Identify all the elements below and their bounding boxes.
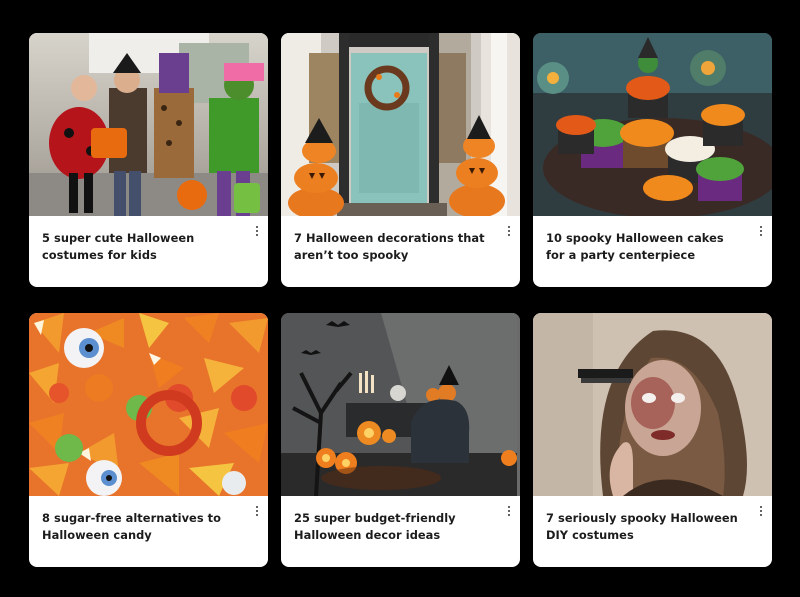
article-card-body: 25 super budget-friendly Halloween decor… [281, 496, 520, 567]
article-card-body: 7 seriously spooky Halloween DIY costume… [533, 496, 772, 567]
article-card-body: 8 sugar-free alternatives to Halloween c… [29, 496, 268, 567]
article-card[interactable]: 5 super cute Halloween costumes for kids [29, 33, 268, 287]
article-card[interactable]: 10 spooky Halloween cakes for a party ce… [533, 33, 772, 287]
more-vertical-icon[interactable] [756, 224, 766, 238]
article-card-body: 5 super cute Halloween costumes for kids [29, 216, 268, 287]
kids-costumes-image [29, 33, 268, 216]
article-card[interactable]: 7 seriously spooky Halloween DIY costume… [533, 313, 772, 567]
article-grid: 5 super cute Halloween costumes for kids [29, 33, 772, 567]
spooky-living-room-image [281, 313, 520, 496]
article-card[interactable]: 8 sugar-free alternatives to Halloween c… [29, 313, 268, 567]
article-title[interactable]: 7 Halloween decorations that aren’t too … [294, 230, 490, 264]
article-title[interactable]: 10 spooky Halloween cakes for a party ce… [546, 230, 742, 264]
article-thumbnail[interactable] [29, 313, 268, 496]
zombie-costume-image [533, 313, 772, 496]
article-thumbnail[interactable] [533, 33, 772, 216]
more-vertical-icon[interactable] [252, 224, 262, 238]
article-card-body: 7 Halloween decorations that aren’t too … [281, 216, 520, 287]
article-thumbnail[interactable] [281, 313, 520, 496]
article-title[interactable]: 7 seriously spooky Halloween DIY costume… [546, 510, 742, 544]
article-thumbnail[interactable] [29, 33, 268, 216]
more-vertical-icon[interactable] [252, 504, 262, 518]
halloween-cupcakes-image [533, 33, 772, 216]
article-title[interactable]: 25 super budget-friendly Halloween decor… [294, 510, 490, 544]
article-card-body: 10 spooky Halloween cakes for a party ce… [533, 216, 772, 287]
article-thumbnail[interactable] [533, 313, 772, 496]
porch-pumpkins-image [281, 33, 520, 216]
more-vertical-icon[interactable] [504, 224, 514, 238]
article-card[interactable]: 25 super budget-friendly Halloween decor… [281, 313, 520, 567]
article-card[interactable]: 7 Halloween decorations that aren’t too … [281, 33, 520, 287]
article-title[interactable]: 8 sugar-free alternatives to Halloween c… [42, 510, 238, 544]
article-title[interactable]: 5 super cute Halloween costumes for kids [42, 230, 238, 264]
article-thumbnail[interactable] [281, 33, 520, 216]
candy-corn-image [29, 313, 268, 496]
more-vertical-icon[interactable] [756, 504, 766, 518]
more-vertical-icon[interactable] [504, 504, 514, 518]
